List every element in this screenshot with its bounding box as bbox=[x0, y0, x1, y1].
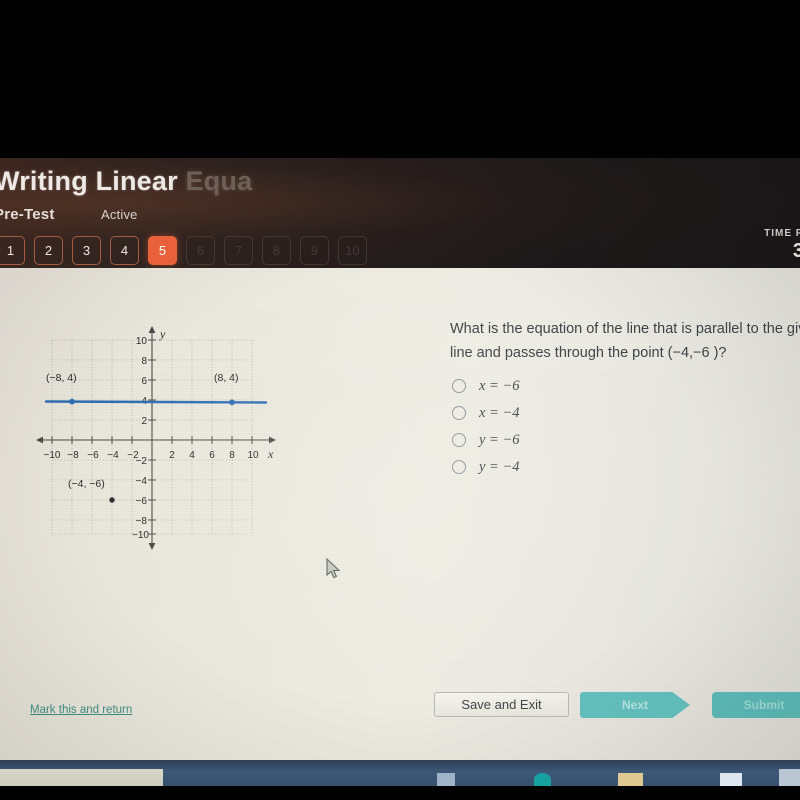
coordinate-graph: −10 −8 −6 −4 −2 2 4 6 8 10 10 8 6 4 bbox=[36, 306, 286, 556]
svg-text:−4: −4 bbox=[136, 476, 148, 487]
svg-text:10: 10 bbox=[247, 450, 259, 461]
radio-button-icon[interactable] bbox=[452, 433, 466, 447]
time-remaining-label: TIME R bbox=[764, 228, 800, 239]
question-number-6[interactable]: 6 bbox=[186, 236, 215, 265]
question-number-8[interactable]: 8 bbox=[262, 236, 291, 265]
question-number-2[interactable]: 2 bbox=[34, 236, 63, 265]
plot-point-neg4-neg6 bbox=[109, 497, 115, 503]
question-number-7[interactable]: 7 bbox=[224, 236, 253, 265]
taskbar-window-strip[interactable] bbox=[0, 769, 163, 786]
answer-choice-1-label: x = −6 bbox=[479, 377, 520, 394]
svg-text:−8: −8 bbox=[67, 450, 79, 461]
question-number-10[interactable]: 10 bbox=[338, 236, 367, 265]
header-subrow: Pre-Test Active bbox=[0, 206, 138, 224]
bottom-black-border bbox=[0, 786, 800, 800]
svg-text:−8: −8 bbox=[136, 516, 148, 527]
svg-text:2: 2 bbox=[141, 416, 147, 427]
time-remaining: TIME R 3 bbox=[764, 228, 800, 263]
svg-text:−10: −10 bbox=[132, 530, 149, 541]
answer-choice-2-label: x = −4 bbox=[479, 404, 520, 421]
y-tick-labels: 10 8 6 4 2 −2 −4 −6 −8 −10 bbox=[132, 336, 149, 541]
point-label-neg8-4: (−8, 4) bbox=[46, 372, 77, 384]
answer-choice-3[interactable]: y = −6 bbox=[452, 427, 520, 453]
time-remaining-value: 3 bbox=[792, 240, 800, 262]
svg-text:−6: −6 bbox=[87, 450, 99, 461]
mark-this-and-return-link[interactable]: Mark this and return bbox=[30, 704, 132, 716]
answer-choices[interactable]: x = −6 x = −4 y = −6 y = −4 bbox=[452, 373, 520, 481]
plot-point-neg8-4 bbox=[69, 398, 75, 405]
taskbar-icon-teal[interactable] bbox=[534, 773, 551, 786]
course-title-faded: Equa bbox=[177, 166, 253, 196]
course-title: Writing Linear Equa bbox=[0, 166, 252, 197]
next-button[interactable]: Next bbox=[580, 692, 690, 718]
question-number-4[interactable]: 4 bbox=[110, 236, 139, 265]
question-number-5-current[interactable]: 5 bbox=[148, 236, 177, 265]
graph-svg: −10 −8 −6 −4 −2 2 4 6 8 10 10 8 6 4 bbox=[36, 326, 276, 550]
x-axis-name: x bbox=[267, 447, 274, 461]
svg-text:−6: −6 bbox=[136, 496, 148, 507]
answer-choice-2[interactable]: x = −4 bbox=[452, 400, 520, 426]
svg-text:10: 10 bbox=[136, 336, 148, 347]
question-number-1[interactable]: 1 bbox=[0, 236, 25, 265]
svg-text:8: 8 bbox=[229, 450, 235, 461]
taskbar-icon-active-window[interactable] bbox=[779, 769, 800, 786]
question-number-nav[interactable]: 1 2 3 4 5 6 7 8 9 10 bbox=[0, 236, 367, 265]
radio-button-icon[interactable] bbox=[452, 379, 466, 393]
svg-text:6: 6 bbox=[209, 450, 215, 461]
radio-button-icon[interactable] bbox=[452, 460, 466, 474]
svg-text:−10: −10 bbox=[44, 450, 61, 461]
taskbar-icon-folder[interactable] bbox=[618, 773, 643, 786]
taskbar-icon-1[interactable] bbox=[437, 773, 455, 786]
top-black-border bbox=[0, 0, 800, 160]
point-label-8-4: (8, 4) bbox=[214, 372, 239, 384]
answer-choice-4-label: y = −4 bbox=[479, 458, 520, 475]
assignment-label: Pre-Test bbox=[0, 206, 55, 223]
plot-point-8-4 bbox=[229, 399, 235, 406]
radio-button-icon[interactable] bbox=[452, 406, 466, 420]
svg-text:−4: −4 bbox=[107, 450, 119, 461]
point-label-neg4-neg6: (−4, −6) bbox=[68, 478, 105, 490]
course-title-text: Writing Linear bbox=[0, 166, 178, 196]
question-number-3[interactable]: 3 bbox=[72, 236, 101, 265]
answer-choice-3-label: y = −6 bbox=[479, 431, 520, 448]
screen-photo: Writing Linear Equa Pre-Test Active 1 2 … bbox=[0, 0, 800, 800]
submit-button[interactable]: Submit bbox=[712, 692, 800, 718]
y-axis-name: y bbox=[159, 327, 166, 341]
content-sheet: −10 −8 −6 −4 −2 2 4 6 8 10 10 8 6 4 bbox=[0, 268, 800, 760]
question-number-9[interactable]: 9 bbox=[300, 236, 329, 265]
question-text: What is the equation of the line that is… bbox=[450, 321, 800, 361]
answer-choice-4[interactable]: y = −4 bbox=[452, 454, 520, 480]
x-tick-labels: −10 −8 −6 −4 −2 2 4 6 8 10 bbox=[44, 450, 259, 461]
svg-text:−2: −2 bbox=[136, 456, 148, 467]
taskbar-icon-home[interactable] bbox=[720, 773, 742, 786]
save-and-exit-button[interactable]: Save and Exit bbox=[434, 692, 569, 717]
svg-text:8: 8 bbox=[141, 356, 147, 367]
os-taskbar[interactable] bbox=[0, 760, 800, 786]
svg-text:2: 2 bbox=[169, 450, 175, 461]
svg-text:6: 6 bbox=[141, 376, 147, 387]
status-label: Active bbox=[100, 207, 138, 222]
svg-text:4: 4 bbox=[189, 450, 195, 461]
answer-choice-1[interactable]: x = −6 bbox=[452, 373, 520, 399]
graph-axes bbox=[38, 328, 274, 548]
